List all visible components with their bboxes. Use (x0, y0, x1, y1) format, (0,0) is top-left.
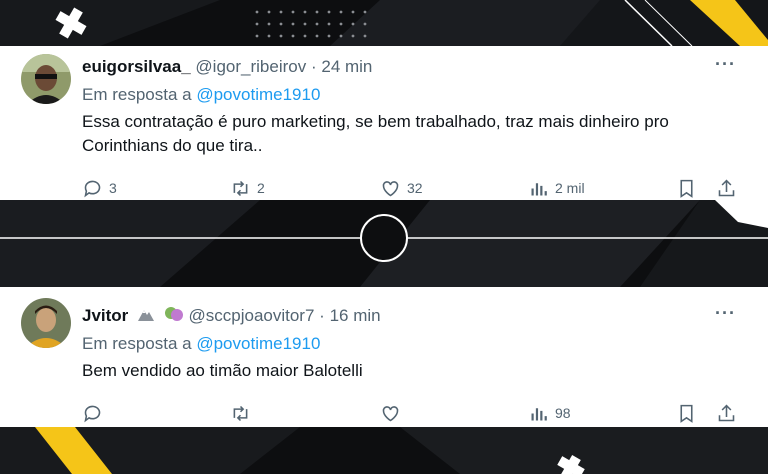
like-icon (382, 405, 399, 421)
reply-button[interactable]: 3 (82, 176, 117, 200)
views-icon (531, 407, 547, 420)
reply-icon (84, 180, 101, 197)
bookmark-button[interactable] (676, 401, 697, 425)
bookmark-button[interactable] (676, 176, 697, 200)
tweet-card-2[interactable]: Jvitor @sccpjoaovitor7 · 16 min ··· Em r… (0, 287, 768, 427)
retweet-icon (233, 180, 248, 196)
retweet-icon (233, 405, 248, 421)
more-icon[interactable]: ··· (715, 54, 736, 75)
like-button[interactable]: 32 (380, 176, 423, 200)
reply-button[interactable] (82, 401, 109, 425)
retweet-button[interactable] (230, 401, 257, 425)
share-icon (718, 404, 735, 421)
separator-dot: · (319, 306, 325, 325)
timestamp[interactable]: 16 min (330, 306, 381, 325)
reply-prefix: Em resposta a (82, 334, 192, 353)
display-name[interactable]: euigorsilvaa_ (82, 57, 191, 76)
reply-context: Em resposta a @povotime1910 (82, 334, 320, 354)
timestamp[interactable]: 24 min (321, 57, 372, 76)
mountain-emoji-icon (137, 306, 155, 327)
masks-emoji-icon (164, 306, 184, 327)
reply-context: Em resposta a @povotime1910 (82, 85, 320, 105)
views-count: 2 mil (555, 180, 585, 196)
action-bar: 3 2 32 2 mil (0, 176, 768, 200)
tweet-text: Essa contratação é puro marketing, se be… (82, 112, 669, 155)
reply-mention-link[interactable]: @povotime1910 (196, 334, 320, 353)
reply-prefix: Em resposta a (82, 85, 192, 104)
avatar[interactable] (21, 54, 71, 104)
retweet-count: 2 (257, 180, 265, 196)
bookmark-icon (680, 404, 693, 423)
reply-mention-link[interactable]: @povotime1910 (196, 85, 320, 104)
display-name[interactable]: Jvitor (82, 306, 128, 325)
views-icon (531, 182, 547, 195)
views-button[interactable]: 98 (528, 401, 571, 425)
separator-dot: · (310, 57, 317, 76)
views-button[interactable]: 2 mil (528, 176, 585, 200)
reply-count: 3 (109, 180, 117, 196)
avatar[interactable] (21, 298, 71, 348)
retweet-button[interactable]: 2 (230, 176, 265, 200)
more-icon[interactable]: ··· (715, 303, 736, 324)
tweet-header: euigorsilvaa_ @igor_ribeirov · 24 min (82, 57, 372, 77)
reply-icon (84, 405, 101, 422)
tweet-card-1[interactable]: euigorsilvaa_ @igor_ribeirov · 24 min ··… (0, 46, 768, 200)
tweet-text: Bem vendido ao timão maior Balotelli (82, 361, 363, 380)
tweet-header: Jvitor @sccpjoaovitor7 · 16 min (82, 306, 381, 327)
user-handle[interactable]: @sccpjoaovitor7 (189, 306, 315, 325)
action-bar: 98 (0, 401, 768, 425)
like-icon (382, 180, 399, 196)
bookmark-icon (680, 179, 693, 198)
like-count: 32 (407, 180, 423, 196)
user-handle[interactable]: @igor_ribeirov (195, 57, 306, 76)
share-button[interactable] (716, 401, 737, 425)
views-count: 98 (555, 405, 571, 421)
like-button[interactable] (380, 401, 407, 425)
share-button[interactable] (716, 176, 737, 200)
share-icon (718, 179, 735, 196)
